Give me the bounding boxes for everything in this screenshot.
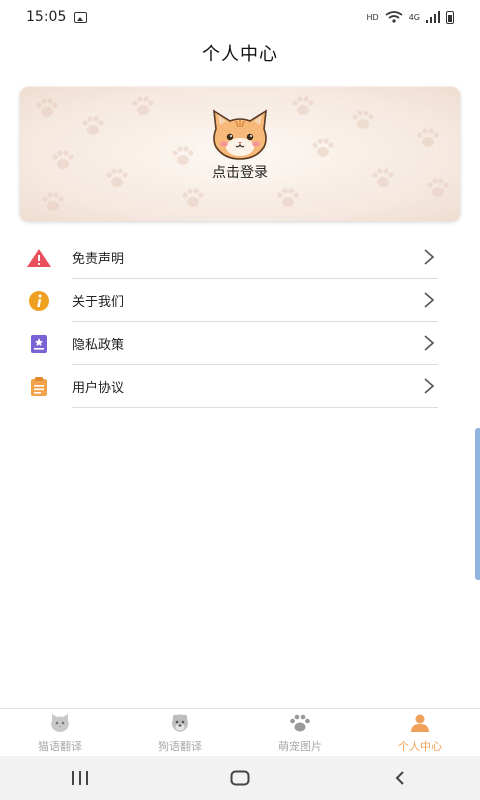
back-icon xyxy=(395,771,404,785)
person-icon xyxy=(411,714,429,732)
paw-pattern-icon xyxy=(292,96,314,115)
menu-item-label: 隐私政策 xyxy=(72,338,125,353)
tab-label: 狗语翻译 xyxy=(158,740,202,753)
tab-cat-translate[interactable]: 猫语翻译 xyxy=(0,709,120,756)
menu-item-disclaimer[interactable]: 免责声明 xyxy=(20,236,438,279)
chevron-right-icon xyxy=(424,378,435,394)
agreement-icon xyxy=(20,376,58,397)
paw-pattern-icon xyxy=(42,192,64,211)
edge-scroll-handle[interactable] xyxy=(475,428,480,580)
tab-profile[interactable]: 个人中心 xyxy=(360,709,480,756)
chevron-right-icon xyxy=(424,249,435,265)
warning-icon xyxy=(20,248,58,268)
paw-pattern-icon xyxy=(352,110,374,129)
divider xyxy=(72,407,438,408)
menu-item-label: 关于我们 xyxy=(72,295,125,310)
status-left: 15:05 xyxy=(26,9,88,25)
wifi-icon xyxy=(385,11,403,23)
login-banner[interactable]: 点击登录 xyxy=(20,87,460,221)
back-button[interactable] xyxy=(320,770,480,786)
paw-icon xyxy=(290,714,310,732)
status-time: 15:05 xyxy=(26,9,67,25)
paw-pattern-icon xyxy=(417,128,439,147)
hd-indicator: HD xyxy=(366,12,379,22)
paw-pattern-icon xyxy=(132,96,154,115)
menu-item-label: 免责声明 xyxy=(72,252,125,267)
menu-item-label: 用户协议 xyxy=(72,381,125,396)
privacy-icon xyxy=(20,334,58,354)
network-indicator: 4G xyxy=(408,12,420,22)
chevron-right-icon xyxy=(424,292,435,308)
system-nav-bar xyxy=(0,756,480,800)
paw-pattern-icon xyxy=(277,188,299,207)
cat-icon xyxy=(51,714,69,732)
login-button[interactable]: 点击登录 xyxy=(20,162,460,182)
recent-apps-button[interactable] xyxy=(0,771,160,785)
chevron-right-icon xyxy=(424,335,435,351)
menu-item-about-us[interactable]: 关于我们 xyxy=(20,279,438,322)
paw-pattern-icon xyxy=(82,116,104,135)
status-bar: 15:05 HD 4G xyxy=(0,0,480,34)
menu-item-privacy-policy[interactable]: 隐私政策 xyxy=(20,322,438,365)
bottom-tab-bar: 猫语翻译 狗语翻译 萌宠图片 个人中心 xyxy=(0,708,480,756)
paw-pattern-icon xyxy=(312,138,334,157)
tab-label: 猫语翻译 xyxy=(38,740,82,753)
info-icon xyxy=(20,290,58,312)
dog-icon xyxy=(172,714,188,732)
image-notification-icon xyxy=(74,11,88,23)
tab-label: 萌宠图片 xyxy=(278,740,322,753)
tab-pet-pictures[interactable]: 萌宠图片 xyxy=(240,709,360,756)
recent-apps-icon xyxy=(72,771,88,785)
paw-pattern-icon xyxy=(182,188,204,207)
paw-pattern-icon xyxy=(36,98,58,117)
home-button[interactable] xyxy=(160,770,320,786)
status-right: HD 4G xyxy=(366,10,454,24)
home-icon xyxy=(230,770,250,786)
settings-menu: 免责声明 关于我们 隐私政策 用户协议 xyxy=(20,236,438,408)
battery-icon xyxy=(446,10,454,24)
menu-item-user-agreement[interactable]: 用户协议 xyxy=(20,365,438,408)
page-title: 个人中心 xyxy=(202,44,278,65)
tab-label: 个人中心 xyxy=(398,740,442,753)
tab-dog-translate[interactable]: 狗语翻译 xyxy=(120,709,240,756)
cat-avatar-icon[interactable] xyxy=(210,109,270,161)
signal-icon xyxy=(426,11,440,23)
